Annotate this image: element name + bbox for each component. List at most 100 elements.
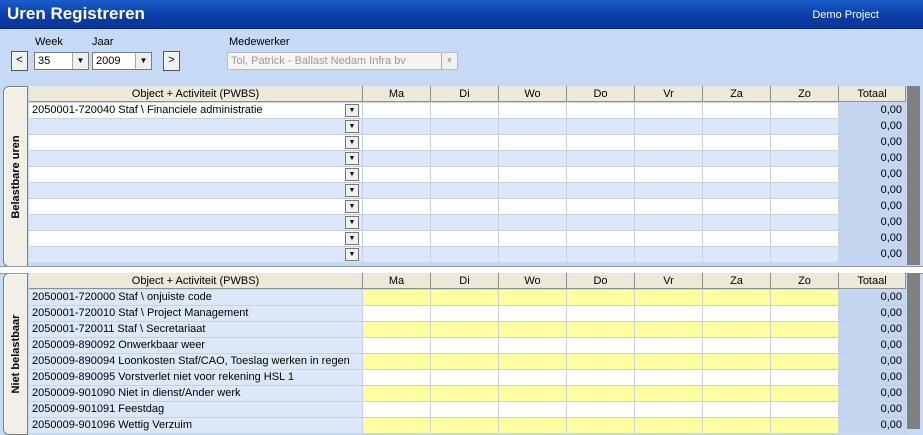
column-header-day-za[interactable]: Za — [703, 273, 771, 289]
hours-cell-day-zo[interactable] — [771, 386, 839, 402]
hours-cell-day-vr[interactable] — [635, 183, 703, 199]
column-header-day-di[interactable]: Di — [431, 86, 499, 102]
hours-cell-day-di[interactable] — [431, 370, 499, 386]
hours-cell-day-ma[interactable] — [363, 306, 431, 322]
niet-belastbaar-scrollbar[interactable] — [907, 273, 920, 429]
hours-cell-day-ma[interactable] — [363, 199, 431, 215]
hours-cell-day-do[interactable] — [567, 386, 635, 402]
object-activity-cell[interactable]: ▼ — [29, 167, 363, 183]
hours-cell-day-wo[interactable] — [499, 103, 567, 119]
hours-cell-day-zo[interactable] — [771, 247, 839, 263]
hours-cell-day-wo[interactable] — [499, 247, 567, 263]
hours-cell-day-ma[interactable] — [363, 290, 431, 306]
hours-cell-day-ma[interactable] — [363, 402, 431, 418]
hours-cell-day-vr[interactable] — [635, 354, 703, 370]
hours-cell-day-ma[interactable] — [363, 167, 431, 183]
hours-cell-day-za[interactable] — [703, 135, 771, 151]
hours-cell-day-zo[interactable] — [771, 370, 839, 386]
hours-cell-day-ma[interactable] — [363, 151, 431, 167]
hours-cell-day-ma[interactable] — [363, 370, 431, 386]
object-activity-cell[interactable]: ▼ — [29, 215, 363, 231]
hours-cell-day-ma[interactable] — [363, 322, 431, 338]
hours-cell-day-za[interactable] — [703, 306, 771, 322]
hours-cell-day-za[interactable] — [703, 231, 771, 247]
hours-cell-day-di[interactable] — [431, 199, 499, 215]
column-header-day-ma[interactable]: Ma — [363, 86, 431, 102]
hours-cell-day-zo[interactable] — [771, 290, 839, 306]
column-header-day-wo[interactable]: Wo — [499, 86, 567, 102]
hours-cell-day-do[interactable] — [567, 306, 635, 322]
hours-cell-day-wo[interactable] — [499, 231, 567, 247]
hours-cell-day-za[interactable] — [703, 183, 771, 199]
hours-cell-day-do[interactable] — [567, 119, 635, 135]
hours-cell-day-do[interactable] — [567, 322, 635, 338]
column-header-total[interactable]: Totaal — [839, 273, 906, 289]
hours-cell-day-do[interactable] — [567, 231, 635, 247]
hours-cell-day-vr[interactable] — [635, 290, 703, 306]
hours-cell-day-wo[interactable] — [499, 167, 567, 183]
hours-cell-day-ma[interactable] — [363, 119, 431, 135]
hours-cell-day-wo[interactable] — [499, 386, 567, 402]
hours-cell-day-do[interactable] — [567, 247, 635, 263]
chevron-down-icon[interactable]: ▼ — [345, 152, 359, 165]
hours-cell-day-do[interactable] — [567, 167, 635, 183]
hours-cell-day-ma[interactable] — [363, 247, 431, 263]
hours-cell-day-za[interactable] — [703, 354, 771, 370]
hours-cell-day-ma[interactable] — [363, 386, 431, 402]
hours-cell-day-do[interactable] — [567, 338, 635, 354]
hours-cell-day-zo[interactable] — [771, 306, 839, 322]
hours-cell-day-vr[interactable] — [635, 306, 703, 322]
hours-cell-day-wo[interactable] — [499, 183, 567, 199]
hours-cell-day-do[interactable] — [567, 135, 635, 151]
hours-cell-day-vr[interactable] — [635, 386, 703, 402]
column-header-day-di[interactable]: Di — [431, 273, 499, 289]
chevron-down-icon[interactable]: ▼ — [135, 53, 151, 69]
hours-cell-day-vr[interactable] — [635, 247, 703, 263]
object-activity-cell[interactable]: ▼ — [29, 119, 363, 135]
hours-cell-day-ma[interactable] — [363, 135, 431, 151]
hours-cell-day-za[interactable] — [703, 215, 771, 231]
chevron-down-icon[interactable]: ▼ — [345, 216, 359, 229]
chevron-down-icon[interactable]: ▼ — [345, 232, 359, 245]
chevron-down-icon[interactable]: ▼ — [345, 248, 359, 261]
hours-cell-day-zo[interactable] — [771, 103, 839, 119]
hours-cell-day-za[interactable] — [703, 247, 771, 263]
hours-cell-day-wo[interactable] — [499, 199, 567, 215]
hours-cell-day-di[interactable] — [431, 322, 499, 338]
hours-cell-day-zo[interactable] — [771, 199, 839, 215]
hours-cell-day-wo[interactable] — [499, 338, 567, 354]
hours-cell-day-zo[interactable] — [771, 354, 839, 370]
hours-cell-day-do[interactable] — [567, 183, 635, 199]
column-header-day-do[interactable]: Do — [567, 86, 635, 102]
object-activity-cell[interactable]: ▼ — [29, 231, 363, 247]
chevron-down-icon[interactable]: ▼ — [345, 200, 359, 213]
tab-niet-belastbaar[interactable]: Niet belastbaar — [3, 273, 28, 435]
hours-cell-day-di[interactable] — [431, 247, 499, 263]
hours-cell-day-za[interactable] — [703, 418, 771, 434]
hours-cell-day-ma[interactable] — [363, 103, 431, 119]
hours-cell-day-za[interactable] — [703, 402, 771, 418]
column-header-day-za[interactable]: Za — [703, 86, 771, 102]
hours-cell-day-wo[interactable] — [499, 418, 567, 434]
next-week-button[interactable]: > — [163, 51, 180, 71]
column-header-day-zo[interactable]: Zo — [771, 273, 839, 289]
hours-cell-day-vr[interactable] — [635, 135, 703, 151]
hours-cell-day-zo[interactable] — [771, 231, 839, 247]
column-header-day-zo[interactable]: Zo — [771, 86, 839, 102]
hours-cell-day-wo[interactable] — [499, 322, 567, 338]
week-select[interactable]: 35 ▼ — [34, 52, 89, 70]
hours-cell-day-di[interactable] — [431, 135, 499, 151]
hours-cell-day-vr[interactable] — [635, 402, 703, 418]
chevron-down-icon[interactable]: ▼ — [345, 168, 359, 181]
hours-cell-day-vr[interactable] — [635, 418, 703, 434]
column-header-total[interactable]: Totaal — [839, 86, 906, 102]
hours-cell-day-wo[interactable] — [499, 354, 567, 370]
column-header-day-vr[interactable]: Vr — [635, 273, 703, 289]
hours-cell-day-di[interactable] — [431, 386, 499, 402]
hours-cell-day-vr[interactable] — [635, 338, 703, 354]
hours-cell-day-ma[interactable] — [363, 338, 431, 354]
hours-cell-day-di[interactable] — [431, 167, 499, 183]
hours-cell-day-za[interactable] — [703, 290, 771, 306]
hours-cell-day-di[interactable] — [431, 354, 499, 370]
column-header-day-vr[interactable]: Vr — [635, 86, 703, 102]
